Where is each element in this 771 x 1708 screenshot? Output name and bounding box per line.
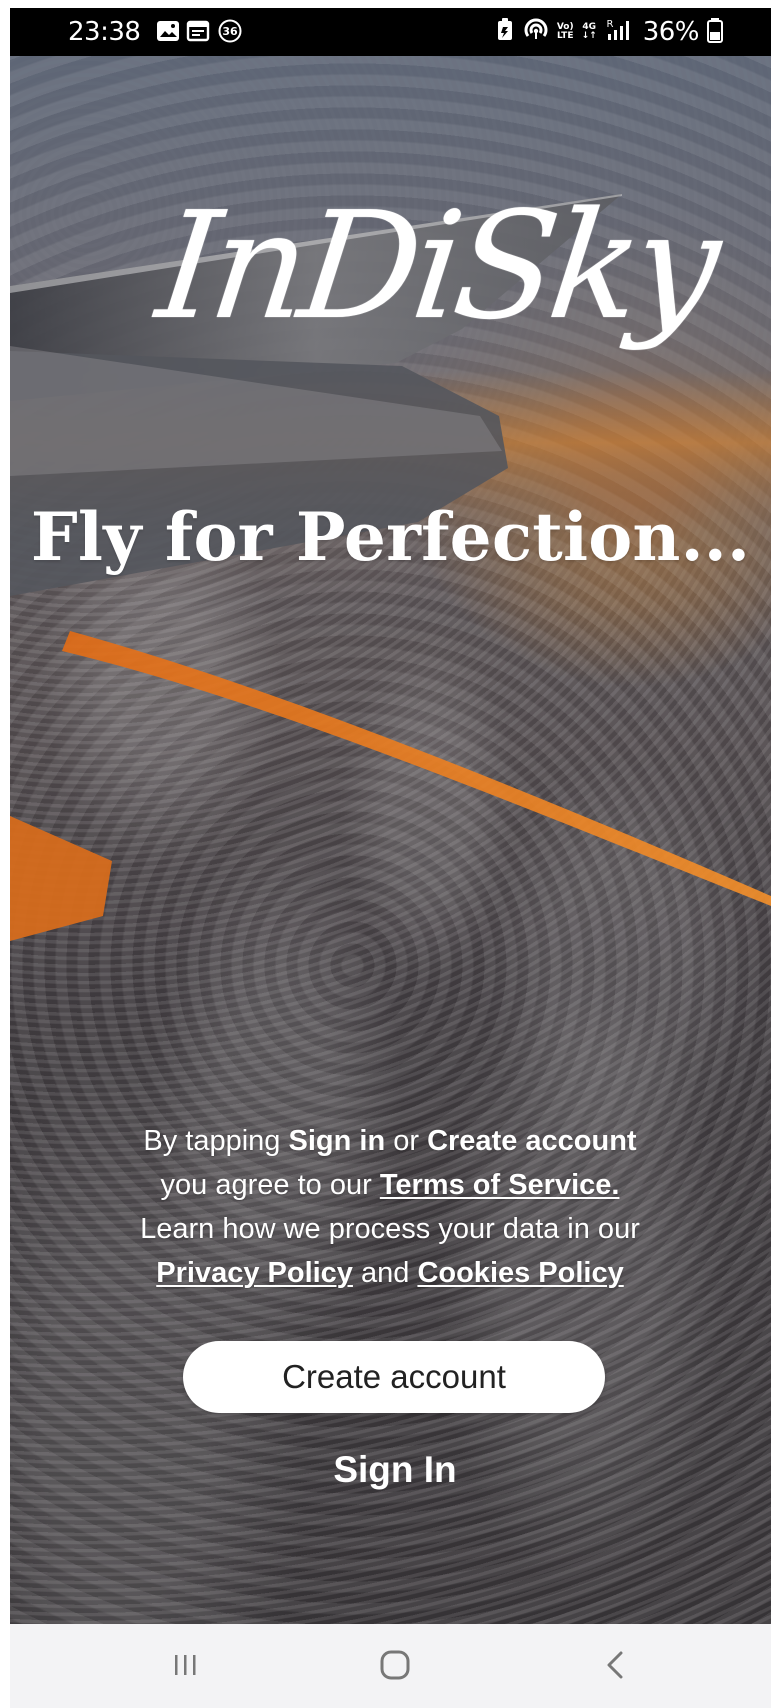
sign-in-button[interactable]: Sign In	[310, 1443, 480, 1497]
battery-saver-icon	[495, 17, 515, 47]
notification-count-text: 36	[222, 25, 238, 38]
recent-apps-icon	[175, 1655, 196, 1675]
data-arrows-icon: ↓↑	[581, 31, 597, 41]
welcome-screen: InDiSky Fly for Perfection... By tapping…	[10, 56, 771, 1624]
home-button[interactable]	[367, 1644, 423, 1686]
legal-line4-middle: and	[352, 1257, 418, 1289]
mobile-data-icon: 4G ↓↑	[582, 23, 597, 41]
status-left-icons: 36	[156, 19, 244, 48]
home-icon	[380, 1650, 410, 1680]
terms-of-service-link[interactable]: Terms of Service.	[380, 1169, 620, 1201]
calendar-icon	[186, 20, 210, 47]
back-button[interactable]	[588, 1644, 644, 1686]
roaming-text: R	[606, 19, 613, 30]
volte-icon: Vo) LTE	[557, 23, 574, 41]
image-icon	[156, 20, 180, 47]
hotspot-icon	[523, 18, 549, 47]
create-account-term: Create account	[427, 1125, 637, 1157]
notification-count-icon: 36	[216, 19, 244, 48]
battery-icon	[707, 17, 723, 48]
battery-percentage: 36%	[642, 17, 700, 47]
signal-icon: R	[605, 18, 635, 47]
cookies-policy-link[interactable]: Cookies Policy	[417, 1257, 623, 1289]
create-account-button[interactable]: Create account	[183, 1341, 605, 1413]
legal-notice: By tapping Sign in or Create account you…	[90, 1119, 690, 1295]
tagline: Fly for Perfection...	[30, 498, 751, 577]
recent-apps-button[interactable]	[157, 1644, 213, 1686]
back-icon	[607, 1651, 623, 1679]
privacy-policy-link[interactable]: Privacy Policy	[156, 1257, 353, 1289]
volte-bottom-text: LTE	[556, 31, 574, 41]
status-bar: 23:38 36 Vo) LTE 4G ↓↑ R 36%	[10, 8, 771, 56]
legal-line1-middle: or	[385, 1125, 428, 1157]
legal-line3: Learn how we process your data in our	[140, 1213, 640, 1245]
sign-in-term: Sign in	[288, 1125, 386, 1157]
phone-screen: 23:38 36 Vo) LTE 4G ↓↑ R 36% InDiSky Fly…	[10, 8, 771, 1708]
system-navigation-bar	[10, 1624, 771, 1708]
status-right-icons: Vo) LTE 4G ↓↑ R 36%	[495, 17, 723, 48]
legal-line2-prefix: you agree to our	[160, 1169, 380, 1201]
legal-line1-prefix: By tapping	[143, 1125, 289, 1157]
status-time: 23:38	[68, 17, 141, 47]
brand-logo: InDiSky	[149, 180, 724, 352]
